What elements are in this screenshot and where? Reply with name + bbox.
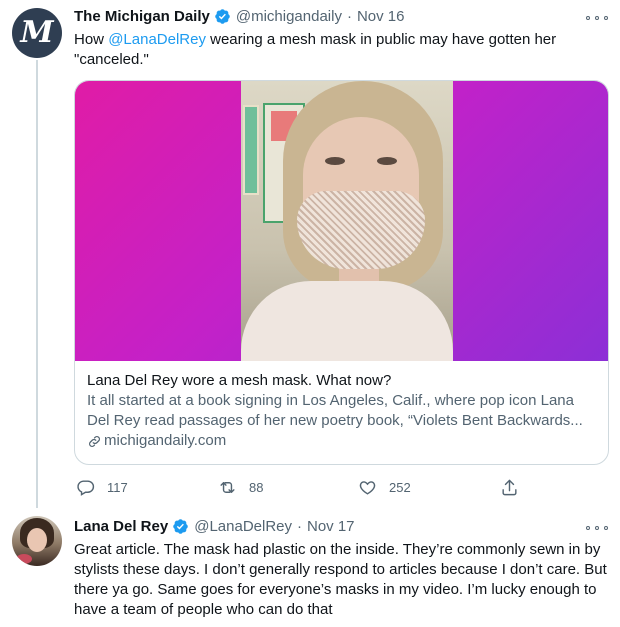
verified-badge-icon [173,519,188,534]
tweet-timestamp[interactable]: Nov 16 [357,8,405,25]
share-icon [502,479,517,496]
more-options-icon[interactable] [586,522,608,534]
avatar-michigan-daily[interactable]: M [12,8,62,58]
card-title: Lana Del Rey wore a mesh mask. What now? [87,372,392,389]
separator-dot: · [297,518,302,535]
author-handle[interactable]: @LanaDelRey [194,518,292,535]
verified-badge-icon [215,9,230,24]
card-image [75,81,608,361]
link-preview-card[interactable]: Lana Del Rey wore a mesh mask. What now?… [74,80,609,465]
like-count: 252 [389,480,411,495]
author-handle[interactable]: @michigandaily [236,8,342,25]
reply-button[interactable]: 117 [76,478,128,497]
author-name[interactable]: Lana Del Rey [74,518,168,535]
mention-link[interactable]: @LanaDelRey [108,31,206,48]
thread-connector-line [36,60,38,508]
tweet-text: How @LanaDelRey wearing a mesh mask in p… [74,31,557,68]
reply-tweet-text: Great article. The mask had plastic on t… [74,541,607,618]
avatar-lana-del-rey[interactable] [12,516,62,566]
author-name[interactable]: The Michigan Daily [74,8,210,25]
tweet-header: The Michigan Daily @michigandaily · Nov … [74,8,405,25]
retweet-icon [220,482,235,493]
more-options-icon[interactable] [586,12,608,24]
separator-dot: · [346,8,352,25]
reply-count: 117 [107,480,128,495]
reply-icon [77,480,95,496]
link-icon [89,435,100,447]
share-button[interactable] [500,478,531,497]
like-button[interactable]: 252 [358,478,411,497]
card-photo [241,81,453,361]
tweet-header-reply: Lana Del Rey @LanaDelRey · Nov 17 [74,518,355,535]
card-domain: michigandaily.com [87,431,596,451]
retweet-count: 88 [249,480,264,495]
tweet-actions: 117 88 252 [74,478,534,498]
card-description: It all started at a book signing in Los … [87,392,583,429]
heart-icon [359,481,376,495]
avatar-letter: M [20,15,54,50]
retweet-button[interactable]: 88 [218,478,263,497]
tweet-timestamp[interactable]: Nov 17 [307,518,355,535]
